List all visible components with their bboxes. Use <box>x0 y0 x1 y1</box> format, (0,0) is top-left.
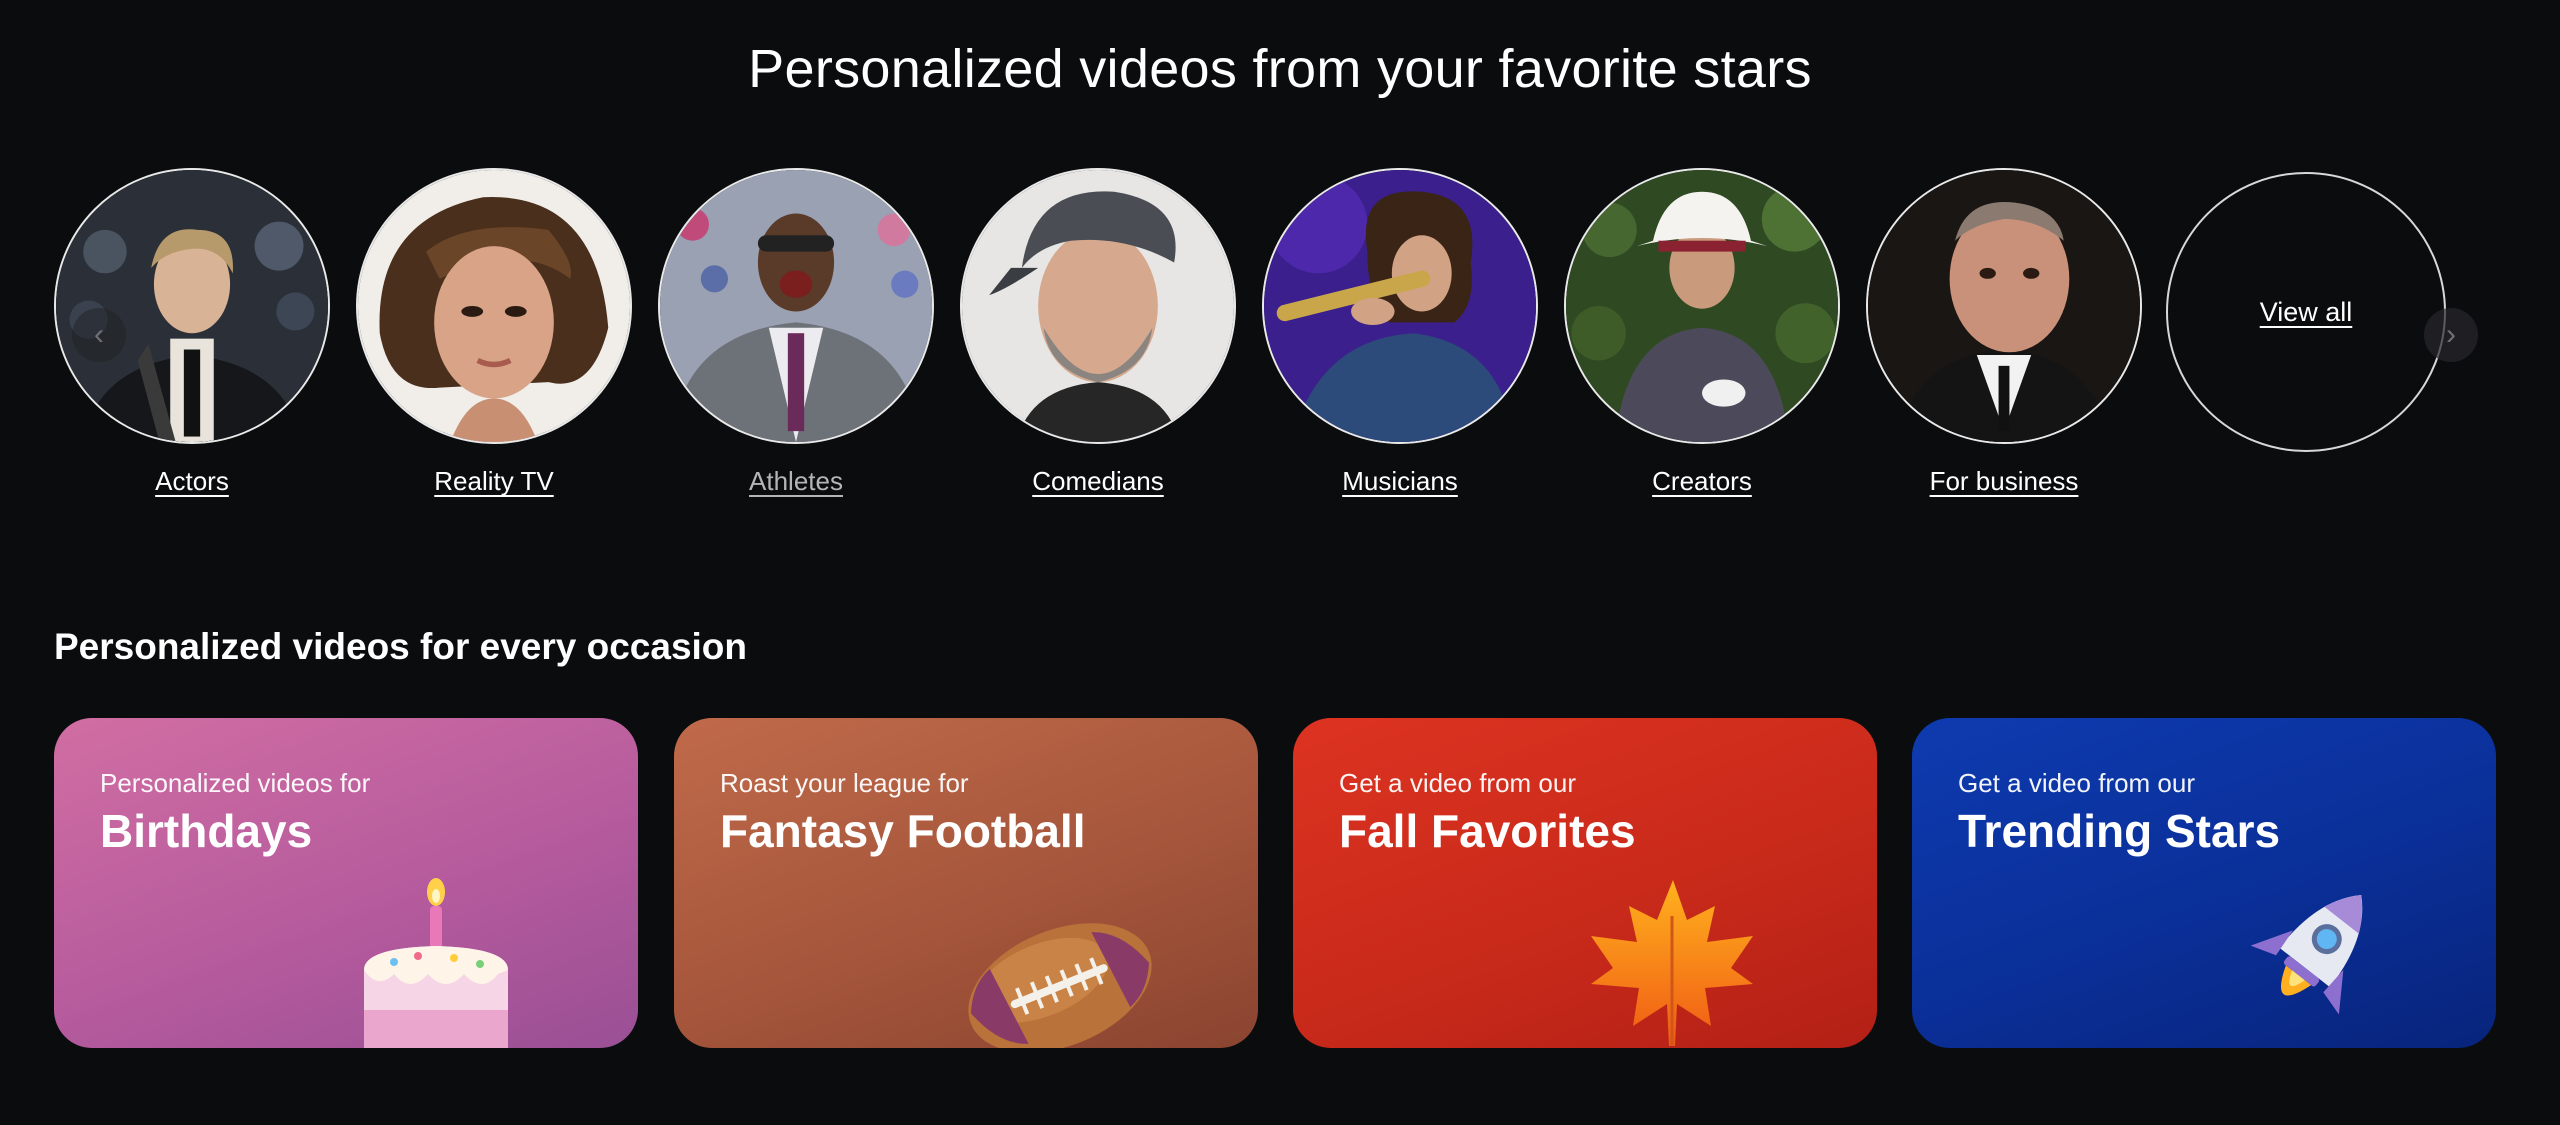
card-eyebrow: Get a video from our <box>1339 768 1576 798</box>
carousel-prev-button[interactable]: ‹ <box>72 308 126 362</box>
card-eyebrow: Roast your league for <box>720 768 969 798</box>
hero-title: Personalized videos from your favorite s… <box>748 39 1812 99</box>
category-for-business[interactable]: For business <box>1864 168 2144 497</box>
card-headline: Trending Stars <box>1958 805 2281 857</box>
category-athletes-image[interactable] <box>658 168 934 444</box>
category-musicians-image[interactable] <box>1262 168 1538 444</box>
occasions-title: Personalized videos for every occasion <box>54 626 748 667</box>
category-label[interactable]: For business <box>1864 466 2144 497</box>
category-athletes[interactable]: Athletes <box>656 168 936 497</box>
category-label[interactable]: Creators <box>1562 466 1842 497</box>
card-headline: Birthdays <box>100 805 313 857</box>
occasion-card-birthdays[interactable]: Personalized videos for Birthdays <box>54 718 638 1048</box>
category-comedians-image[interactable] <box>960 168 1236 444</box>
view-all-label[interactable]: View all <box>2260 297 2353 328</box>
category-label[interactable]: Reality TV <box>354 466 634 497</box>
occasion-card-trending-stars[interactable]: Get a video from our Trending Stars <box>1912 718 2496 1048</box>
chevron-left-icon: ‹ <box>94 318 104 351</box>
category-actors-image[interactable] <box>54 168 330 444</box>
category-for-business-image[interactable] <box>1866 168 2142 444</box>
category-comedians[interactable]: Comedians <box>958 168 1238 497</box>
maple-leaf-icon <box>1591 880 1753 1046</box>
football-icon <box>968 923 1152 1048</box>
category-musicians[interactable]: Musicians <box>1260 168 1540 497</box>
card-headline: Fall Favorites <box>1339 805 1636 857</box>
category-label[interactable]: Actors <box>52 466 332 497</box>
category-reality-tv[interactable]: Reality TV <box>354 168 634 497</box>
card-eyebrow: Get a video from our <box>1958 768 2195 798</box>
category-reality-tv-image[interactable] <box>356 168 632 444</box>
birthday-cake-icon <box>364 878 508 1048</box>
occasion-card-fantasy-football[interactable]: Roast your league for Fantasy Football <box>674 718 1258 1048</box>
category-creators[interactable]: Creators <box>1562 168 1842 497</box>
card-headline: Fantasy Football <box>720 805 1086 857</box>
card-eyebrow: Personalized videos for <box>100 768 371 798</box>
chevron-right-icon: › <box>2446 318 2456 351</box>
carousel-next-button[interactable]: › <box>2424 308 2478 362</box>
category-label[interactable]: Comedians <box>958 466 1238 497</box>
category-creators-image[interactable] <box>1564 168 1840 444</box>
category-carousel: Actors Reality TV Athletes Comedians Mus… <box>0 168 2560 508</box>
view-all-button[interactable]: View all <box>2166 172 2446 452</box>
rocket-icon <box>2250 894 2363 1015</box>
category-label[interactable]: Musicians <box>1260 466 1540 497</box>
category-label[interactable]: Athletes <box>656 466 936 497</box>
occasion-card-fall-favorites[interactable]: Get a video from our Fall Favorites <box>1293 718 1877 1048</box>
